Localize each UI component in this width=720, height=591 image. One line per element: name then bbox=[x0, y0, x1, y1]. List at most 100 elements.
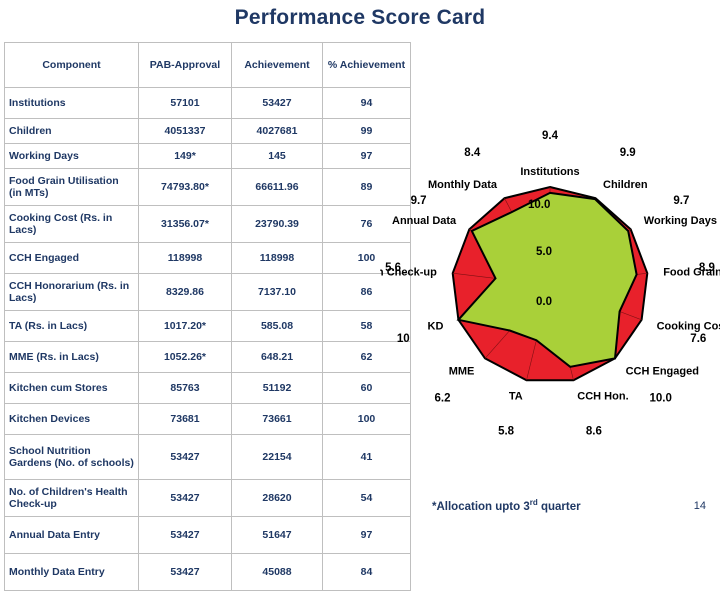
cell-pab: 53427 bbox=[138, 516, 232, 554]
radar-category-label: Institutions bbox=[520, 166, 579, 178]
cell-pab: 31356.07* bbox=[138, 205, 232, 243]
cell-pab: 1052.26* bbox=[138, 341, 232, 373]
table-row: Food Grain Utilisation (in MTs) 74793.80… bbox=[4, 168, 411, 206]
cell-achievement: 7137.10 bbox=[231, 273, 323, 311]
cell-component: No. of Children's Health Check-up bbox=[4, 479, 139, 517]
cell-achievement: 73661 bbox=[231, 403, 323, 435]
radar-category-label: Annual Data bbox=[392, 215, 457, 227]
cell-component: MME (Rs. in Lacs) bbox=[4, 341, 139, 373]
radar-category-label: KD bbox=[428, 320, 444, 332]
radar-value-label: 5.6 bbox=[385, 262, 401, 274]
table-row: CCH Engaged 118998 118998 100 bbox=[4, 242, 411, 274]
score-card-table-wrapper: Component PAB-Approval Achievement % Ach… bbox=[4, 42, 411, 591]
radar-value-label: 9.7 bbox=[673, 195, 689, 207]
cell-achievement: 118998 bbox=[231, 242, 323, 274]
table-row: Kitchen Devices 73681 73661 100 bbox=[4, 403, 411, 435]
table-row: Annual Data Entry 53427 51647 97 bbox=[4, 516, 411, 554]
cell-component: Annual Data Entry bbox=[4, 516, 139, 554]
table-header-row: Component PAB-Approval Achievement % Ach… bbox=[4, 42, 411, 88]
radar-category-label: Working Days bbox=[644, 215, 717, 227]
score-card-table: Component PAB-Approval Achievement % Ach… bbox=[4, 42, 411, 591]
table-row: CCH Honorarium (Rs. in Lacs) 8329.86 713… bbox=[4, 273, 411, 311]
footnote-sup: rd bbox=[529, 498, 538, 507]
cell-pab: 4051337 bbox=[138, 118, 232, 144]
cell-achievement: 53427 bbox=[231, 87, 323, 119]
radar-value-label: 7.6 bbox=[690, 333, 706, 345]
cell-pab: 53427 bbox=[138, 479, 232, 517]
footnote: *Allocation upto 3rd quarter bbox=[432, 498, 581, 513]
radar-value-label: 9.4 bbox=[542, 130, 559, 142]
cell-component: School Nutrition Gardens (No. of schools… bbox=[4, 434, 139, 480]
cell-achievement: 28620 bbox=[231, 479, 323, 517]
table-row: Institutions 57101 53427 94 bbox=[4, 87, 411, 119]
cell-component: Kitchen cum Stores bbox=[4, 372, 139, 404]
cell-pab: 149* bbox=[138, 143, 232, 169]
cell-pab: 53427 bbox=[138, 434, 232, 480]
cell-component: TA (Rs. in Lacs) bbox=[4, 310, 139, 342]
radar-value-label: 9.7 bbox=[411, 195, 427, 207]
cell-pab: 8329.86 bbox=[138, 273, 232, 311]
cell-achievement: 22154 bbox=[231, 434, 323, 480]
cell-achievement: 23790.39 bbox=[231, 205, 323, 243]
cell-pct: 54 bbox=[322, 479, 411, 517]
table-row: TA (Rs. in Lacs) 1017.20* 585.08 58 bbox=[4, 310, 411, 342]
radar-category-label: Cooking Cost bbox=[657, 320, 720, 332]
cell-achievement: 145 bbox=[231, 143, 323, 169]
table-row: MME (Rs. in Lacs) 1052.26* 648.21 62 bbox=[4, 341, 411, 373]
radar-chart: 0.0 5.0 10.0 Institutions 9.4 Children 9.9 Work… bbox=[380, 110, 720, 480]
cell-pab: 74793.80* bbox=[138, 168, 232, 206]
cell-component: Cooking Cost (Rs. in Lacs) bbox=[4, 205, 139, 243]
table-row: Monthly Data Entry 53427 45088 84 bbox=[4, 553, 411, 591]
cell-component: Children bbox=[4, 118, 139, 144]
radar-radial-tick-label: 0.0 bbox=[536, 296, 552, 308]
radar-category-label: MME bbox=[449, 365, 475, 377]
footnote-text-after: quarter bbox=[537, 500, 581, 513]
radar-category-label: TA bbox=[509, 391, 523, 403]
cell-pab: 53427 bbox=[138, 553, 232, 591]
cell-achievement: 51647 bbox=[231, 516, 323, 554]
table-header-pct-achievement: % Achievement bbox=[322, 42, 411, 88]
page-number: 14 bbox=[693, 500, 706, 512]
cell-pab: 73681 bbox=[138, 403, 232, 435]
cell-pct: 97 bbox=[322, 516, 411, 554]
radar-value-label: 10.0 bbox=[650, 392, 672, 404]
footnote-text-before: *Allocation upto 3 bbox=[432, 500, 530, 513]
cell-pab: 85763 bbox=[138, 372, 232, 404]
table-row: Cooking Cost (Rs. in Lacs) 31356.07* 237… bbox=[4, 205, 411, 243]
radar-value-label: 5.8 bbox=[498, 426, 515, 438]
cell-component: CCH Honorarium (Rs. in Lacs) bbox=[4, 273, 139, 311]
radar-category-label: Monthly Data bbox=[428, 179, 498, 191]
cell-component: Kitchen Devices bbox=[4, 403, 139, 435]
table-header-component: Component bbox=[4, 42, 139, 88]
table-row: School Nutrition Gardens (No. of schools… bbox=[4, 434, 411, 480]
radar-radial-tick-label: 10.0 bbox=[528, 199, 550, 211]
cell-achievement: 585.08 bbox=[231, 310, 323, 342]
cell-component: CCH Engaged bbox=[4, 242, 139, 274]
slide: Performance Score Card Component PAB-App… bbox=[0, 0, 720, 591]
radar-chart-svg: 0.0 5.0 10.0 Institutions 9.4 Children 9.9 Work… bbox=[380, 130, 720, 438]
cell-pab: 118998 bbox=[138, 242, 232, 274]
table-header-achievement: Achievement bbox=[231, 42, 323, 88]
radar-category-label: Children bbox=[603, 179, 648, 191]
table-header-pab-approval: PAB-Approval bbox=[138, 42, 232, 88]
radar-category-label: CCH Engaged bbox=[626, 365, 699, 377]
cell-component: Food Grain Utilisation (in MTs) bbox=[4, 168, 139, 206]
radar-value-label: 8.4 bbox=[464, 147, 481, 159]
cell-component: Working Days bbox=[4, 143, 139, 169]
radar-value-label: 10 bbox=[397, 333, 410, 345]
table-row: Working Days 149* 145 97 bbox=[4, 143, 411, 169]
radar-value-label: 9.9 bbox=[620, 147, 636, 159]
table-row: Kitchen cum Stores 85763 51192 60 bbox=[4, 372, 411, 404]
cell-component: Institutions bbox=[4, 87, 139, 119]
cell-component: Monthly Data Entry bbox=[4, 553, 139, 591]
radar-radial-tick-label: 5.0 bbox=[536, 246, 552, 258]
radar-value-label: 8.6 bbox=[586, 426, 602, 438]
radar-value-label: 6.2 bbox=[435, 392, 451, 404]
cell-achievement: 4027681 bbox=[231, 118, 323, 144]
cell-achievement: 648.21 bbox=[231, 341, 323, 373]
table-row: No. of Children's Health Check-up 53427 … bbox=[4, 479, 411, 517]
table-row: Children 4051337 4027681 99 bbox=[4, 118, 411, 144]
cell-pct: 84 bbox=[322, 553, 411, 591]
cell-achievement: 45088 bbox=[231, 553, 323, 591]
radar-category-label: CCH Hon. bbox=[577, 391, 628, 403]
